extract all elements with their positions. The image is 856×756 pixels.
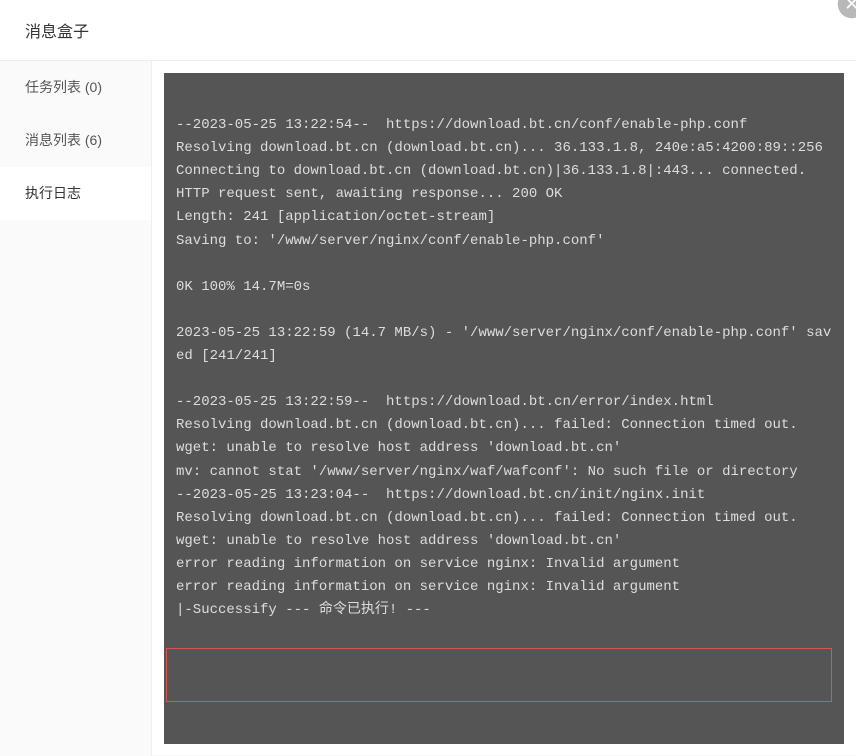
sidebar-item-logs[interactable]: 执行日志: [0, 167, 151, 220]
modal-title: 消息盒子: [25, 18, 89, 42]
message-box-modal: 消息盒子 ✕ 任务列表 (0) 消息列表 (6) 执行日志 --2023-05-…: [0, 0, 856, 755]
modal-body: 任务列表 (0) 消息列表 (6) 执行日志 --2023-05-25 13:2…: [0, 61, 856, 756]
sidebar-item-tasks[interactable]: 任务列表 (0): [0, 61, 151, 114]
terminal-output[interactable]: --2023-05-25 13:22:54-- https://download…: [164, 73, 844, 744]
modal-header: 消息盒子: [0, 0, 856, 61]
sidebar-item-label: 执行日志: [25, 185, 81, 201]
sidebar: 任务列表 (0) 消息列表 (6) 执行日志: [0, 61, 152, 756]
sidebar-item-messages[interactable]: 消息列表 (6): [0, 114, 151, 167]
close-icon: ✕: [844, 0, 856, 15]
sidebar-item-label: 消息列表 (6): [25, 132, 102, 148]
sidebar-item-label: 任务列表 (0): [25, 79, 102, 95]
content-area: --2023-05-25 13:22:54-- https://download…: [152, 61, 856, 756]
